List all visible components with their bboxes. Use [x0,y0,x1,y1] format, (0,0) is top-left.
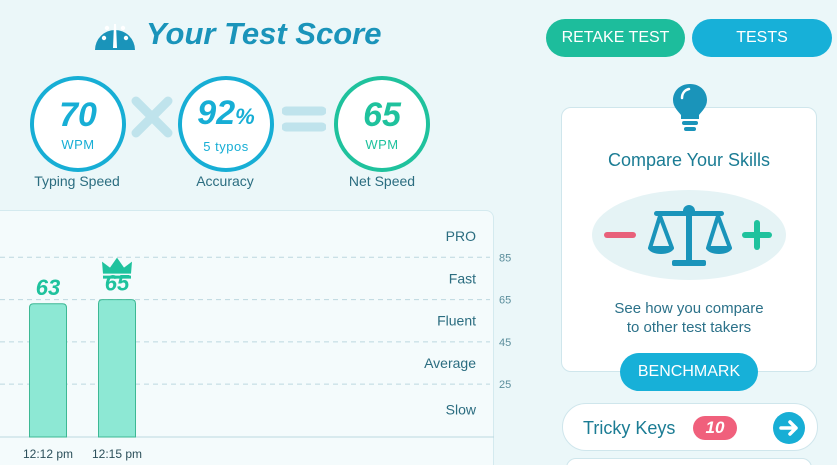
compare-line-1: See how you compare [614,300,764,317]
tricky-keys-count-badge: 10 [693,416,737,440]
y-tick-label: 65 [499,295,511,307]
y-tick-label: 25 [499,379,511,391]
x-category-label: 12:12 pm [23,447,73,461]
next-card-peek [566,458,812,465]
compare-title: Compare Your Skills [607,150,771,170]
x-category-label: 12:15 pm [92,447,142,461]
tricky-keys-row[interactable]: Tricky Keys 10 [562,403,818,451]
tricky-keys-label: Tricky Keys [583,418,676,438]
balance-scale-icon [604,205,772,266]
arrow-right-icon[interactable] [773,412,805,444]
compare-description: See how you compare to other test takers [561,299,817,337]
y-tick-label: 85 [499,252,511,264]
lightbulb-icon [673,84,707,131]
benchmark-button[interactable]: BENCHMARK [620,353,758,391]
bar-value-label: 65 [105,271,130,296]
level-label: Fluent [437,313,476,329]
compare-line-2: to other test takers [626,319,752,336]
chart-bar [98,299,136,438]
level-label: Fast [449,270,476,286]
level-label: PRO [446,228,476,244]
y-tick-label: 45 [499,337,511,349]
chart-bar [29,303,67,438]
level-label: Slow [446,402,477,418]
level-label: Average [424,355,476,371]
bar-value-label: 63 [36,275,60,300]
